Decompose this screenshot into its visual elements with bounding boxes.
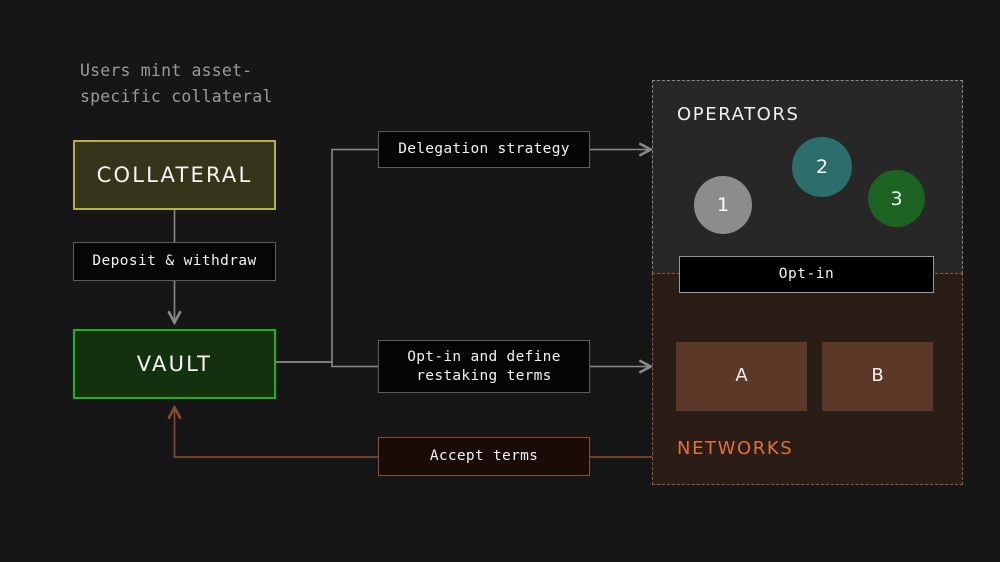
accept-terms-label[interactable]: Accept terms bbox=[378, 437, 590, 476]
operators-panel-title: OPERATORS bbox=[677, 104, 800, 125]
deposit-withdraw-label[interactable]: Deposit & withdraw bbox=[73, 242, 276, 281]
operator-node-2[interactable]: 2 bbox=[792, 137, 852, 197]
delegation-strategy-label[interactable]: Delegation strategy bbox=[378, 131, 590, 168]
operator-node-3[interactable]: 3 bbox=[868, 170, 925, 227]
network-node-b[interactable]: B bbox=[822, 342, 933, 411]
users-mint-caption: Users mint asset- specific collateral bbox=[80, 58, 310, 109]
optin-bar[interactable]: Opt-in bbox=[679, 256, 934, 293]
collateral-node[interactable]: COLLATERAL bbox=[73, 140, 276, 210]
optin-define-restaking-terms-label[interactable]: Opt-in and define restaking terms bbox=[378, 340, 590, 393]
operator-node-1[interactable]: 1 bbox=[694, 176, 752, 234]
diagram-canvas: Users mint asset- specific collateral CO… bbox=[0, 0, 1000, 562]
vault-node[interactable]: VAULT bbox=[73, 329, 276, 399]
networks-panel-title: NETWORKS bbox=[677, 438, 793, 459]
network-node-a[interactable]: A bbox=[676, 342, 807, 411]
